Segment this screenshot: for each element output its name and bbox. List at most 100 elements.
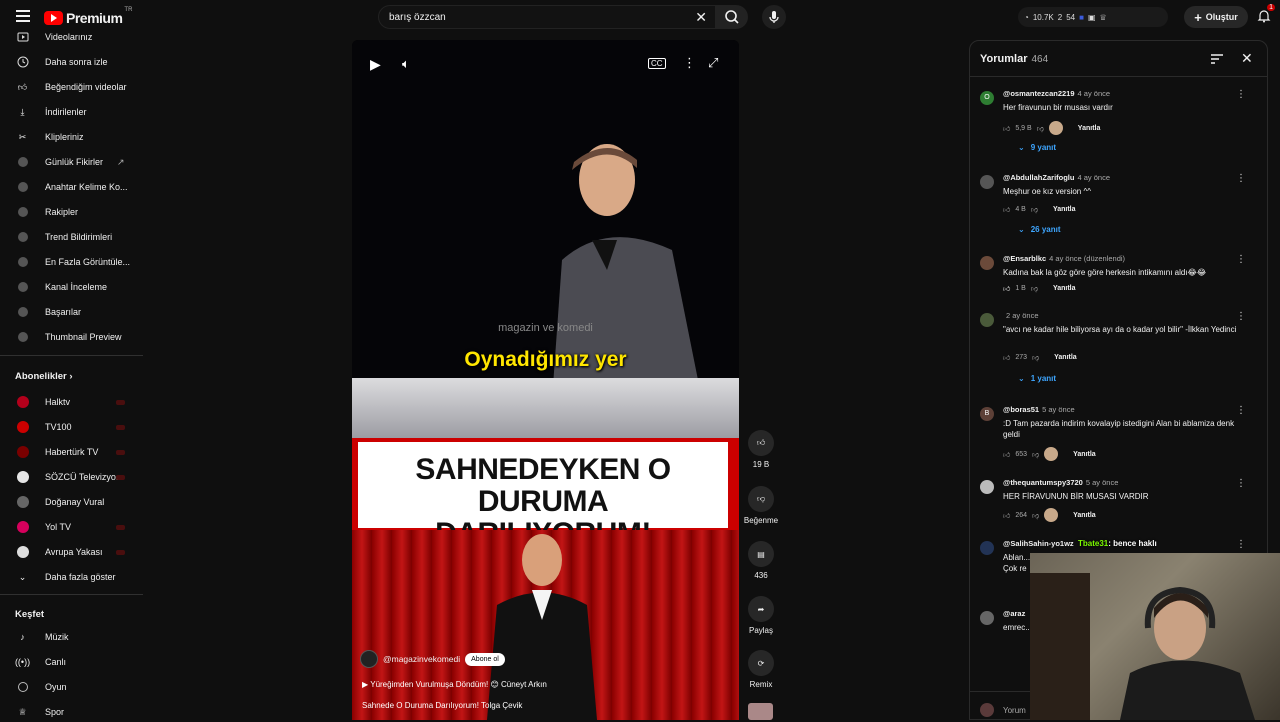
create-button[interactable]: + Oluştur (1184, 6, 1248, 28)
remix-button[interactable]: ⟳ Remix (742, 650, 780, 689)
sidebar-item-daily-ideas[interactable]: Günlük Fikirler ↗ (0, 152, 145, 172)
search-input[interactable]: barış özzcan ✕ (378, 5, 716, 29)
more-options-icon[interactable]: ⋮ (1236, 405, 1246, 416)
avatar[interactable] (980, 175, 994, 189)
thumbs-down-icon[interactable]: 👎︎ (1031, 284, 1038, 293)
comment-author[interactable]: @AbdullahZarifoglu 4 ay önce (1003, 173, 1110, 182)
thumbs-down-icon[interactable]: 👎︎ (1031, 205, 1038, 214)
avatar[interactable] (980, 541, 994, 555)
comment-author[interactable]: @boras51 5 ay önce (1003, 405, 1075, 414)
subscriptions-heading[interactable]: Abonelikler › (15, 371, 73, 382)
avatar[interactable]: B (980, 407, 994, 421)
sidebar-item-trend-alerts[interactable]: Trend Bildirimleri (0, 227, 145, 247)
reply-button[interactable]: Yanıtla (1073, 512, 1096, 519)
youtube-logo[interactable]: Premium TR (44, 7, 132, 26)
avatar[interactable]: O (980, 91, 994, 105)
sidebar-item-downloads[interactable]: ⤓ İndirilenler (0, 102, 145, 122)
sidebar-item-sports[interactable]: ♕ Spor (0, 702, 145, 722)
reply-button[interactable]: Yanıtla (1053, 206, 1076, 213)
more-options-icon[interactable]: ⋮ (1236, 311, 1246, 322)
notifications-button[interactable]: 1 (1256, 4, 1275, 24)
more-options-icon[interactable]: ⋮ (1236, 173, 1246, 184)
sidebar-item-achievements[interactable]: Başarılar (0, 302, 145, 322)
sidebar-item-your-videos[interactable]: Videolarınız (0, 27, 145, 47)
thumbs-up-icon[interactable]: 👍︎ (1003, 205, 1010, 214)
channel-name[interactable]: @magazinvekomedi (383, 654, 460, 664)
reply-button[interactable]: Yanıtla (1054, 354, 1077, 361)
comment-author[interactable]: @Ensarblkc 4 ay önce (düzenlendi) (1003, 254, 1125, 263)
close-icon[interactable]: ✕ (1241, 50, 1253, 67)
replies-toggle[interactable]: ⌄ 9 yanıt (1018, 143, 1056, 152)
sidebar-sub-yoltv[interactable]: Yol TV (0, 517, 145, 537)
thumbs-up-icon[interactable]: 👍︎ (1003, 450, 1010, 459)
sidebar-sub-avrupa[interactable]: Avrupa Yakası (0, 542, 145, 562)
sidebar-sub-haberturk[interactable]: Habertürk TV (0, 442, 145, 462)
like-button[interactable]: 👍︎ 19 B (742, 430, 780, 469)
more-options-icon[interactable]: ⋮ (683, 55, 696, 71)
avatar[interactable] (980, 611, 994, 625)
extension-stats[interactable]: ◔ 10.7K 2 54 ■ ▣ ♕ (1018, 7, 1168, 27)
sidebar-item-channel-review[interactable]: Kanal İnceleme (0, 277, 145, 297)
search-button[interactable] (716, 5, 748, 29)
thumbs-up-icon[interactable]: 👍︎ (1003, 353, 1010, 362)
menu-icon[interactable] (16, 10, 30, 22)
audio-thumbnail[interactable] (748, 703, 773, 720)
share-button[interactable]: ➦ Paylaş (742, 596, 780, 635)
more-options-icon[interactable]: ⋮ (1236, 539, 1246, 550)
replies-toggle[interactable]: ⌄ 1 yanıt (1018, 374, 1056, 383)
captions-icon[interactable]: CC (648, 58, 666, 69)
comment-author[interactable]: @osmantezcan2219 4 ay önce (1003, 89, 1110, 98)
voice-search-button[interactable] (762, 5, 786, 29)
avatar[interactable] (980, 313, 994, 327)
comment-author[interactable]: 2 ay önce (1003, 311, 1039, 320)
sidebar-item-watch-later[interactable]: Daha sonra izle (0, 52, 145, 72)
sidebar-item-gaming[interactable]: Oyun (0, 677, 145, 697)
reply-button[interactable]: Yanıtla (1053, 285, 1076, 292)
sidebar-item-most-viewed[interactable]: En Fazla Görüntüle... (0, 252, 145, 272)
thumbs-up-icon[interactable]: 👍︎ (1003, 284, 1010, 293)
sidebar-item-live[interactable]: ((•)) Canlı (0, 652, 145, 672)
more-options-icon[interactable]: ⋮ (1236, 254, 1246, 265)
play-icon[interactable]: ▶ (370, 56, 381, 73)
thumbs-down-icon[interactable]: 👎︎ (1032, 511, 1039, 520)
comment-author[interactable]: @SalihSahin-yo1wz (1003, 539, 1074, 548)
more-options-icon[interactable]: ⋮ (1236, 478, 1246, 489)
comment-author[interactable]: @araz (1003, 609, 1025, 618)
sidebar-item-liked-videos[interactable]: 👍︎ Beğendiğim videolar (0, 77, 145, 97)
thumbs-up-icon[interactable]: 👍︎ (1003, 511, 1010, 520)
add-comment-input[interactable]: Yorum (1003, 706, 1026, 715)
replies-toggle[interactable]: ⌄ 26 yanıt (1018, 225, 1061, 234)
dislike-button[interactable]: 👎︎ Beğenme (742, 486, 780, 525)
channel-avatar[interactable] (360, 650, 378, 668)
sort-icon[interactable] (1210, 53, 1224, 65)
avatar[interactable] (980, 256, 994, 270)
thumbs-down-icon[interactable]: 👎︎ (1032, 353, 1039, 362)
comment-author[interactable]: @thequantumspy3720 5 ay önce (1003, 478, 1118, 487)
thumbs-down-icon[interactable]: 👎︎ (1032, 450, 1039, 459)
more-options-icon[interactable]: ⋮ (1236, 89, 1246, 100)
sidebar-sub-halktv[interactable]: Halktv (0, 392, 145, 412)
sidebar-sub-doganay[interactable]: Doğanay Vural (0, 492, 145, 512)
sidebar-item-thumbnail-preview[interactable]: Thumbnail Preview (0, 327, 145, 347)
comment-text-line-2: Çok re (1003, 564, 1027, 573)
sidebar-item-keyword[interactable]: Anahtar Kelime Ko... (0, 177, 145, 197)
reply-button[interactable]: Yanıtla (1078, 125, 1101, 132)
thumbs-down-icon[interactable]: 👎︎ (1037, 124, 1044, 133)
sidebar-sub-tv100[interactable]: TV100 (0, 417, 145, 437)
fullscreen-icon[interactable]: ⤢ (708, 55, 718, 71)
volume-icon[interactable]: 🔈︎ (402, 56, 410, 72)
comments-button[interactable]: ▤ 436 (742, 541, 780, 580)
subscribe-button[interactable]: Abone ol (465, 652, 505, 666)
sidebar-item-clips[interactable]: ✂ Klipleriniz (0, 127, 145, 147)
shorts-player[interactable]: magazin ve komedi Oynadığımız yer ▶ 🔈︎ C… (352, 40, 739, 720)
sidebar-sub-sozcu[interactable]: SÖZCÜ Televizyo... (0, 467, 145, 487)
show-more-button[interactable]: ⌄ Daha fazla göster (0, 567, 145, 587)
thumbs-up-icon[interactable]: 👍︎ (1003, 124, 1010, 133)
reply-button[interactable]: Yanıtla (1073, 451, 1096, 458)
clear-search-icon[interactable]: ✕ (695, 9, 707, 26)
sidebar-item-competitors[interactable]: Rakipler (0, 202, 145, 222)
avatar[interactable] (980, 480, 994, 494)
video-title[interactable]: Sahnede O Duruma Darılıyorum! Tolga Çevi… (362, 701, 522, 710)
sidebar-item-music[interactable]: ♪ Müzik (0, 627, 145, 647)
music-row[interactable]: ▶ Yüreğimden Vurulmuşa Döndüm! 😊 Cüneyt … (362, 680, 547, 689)
